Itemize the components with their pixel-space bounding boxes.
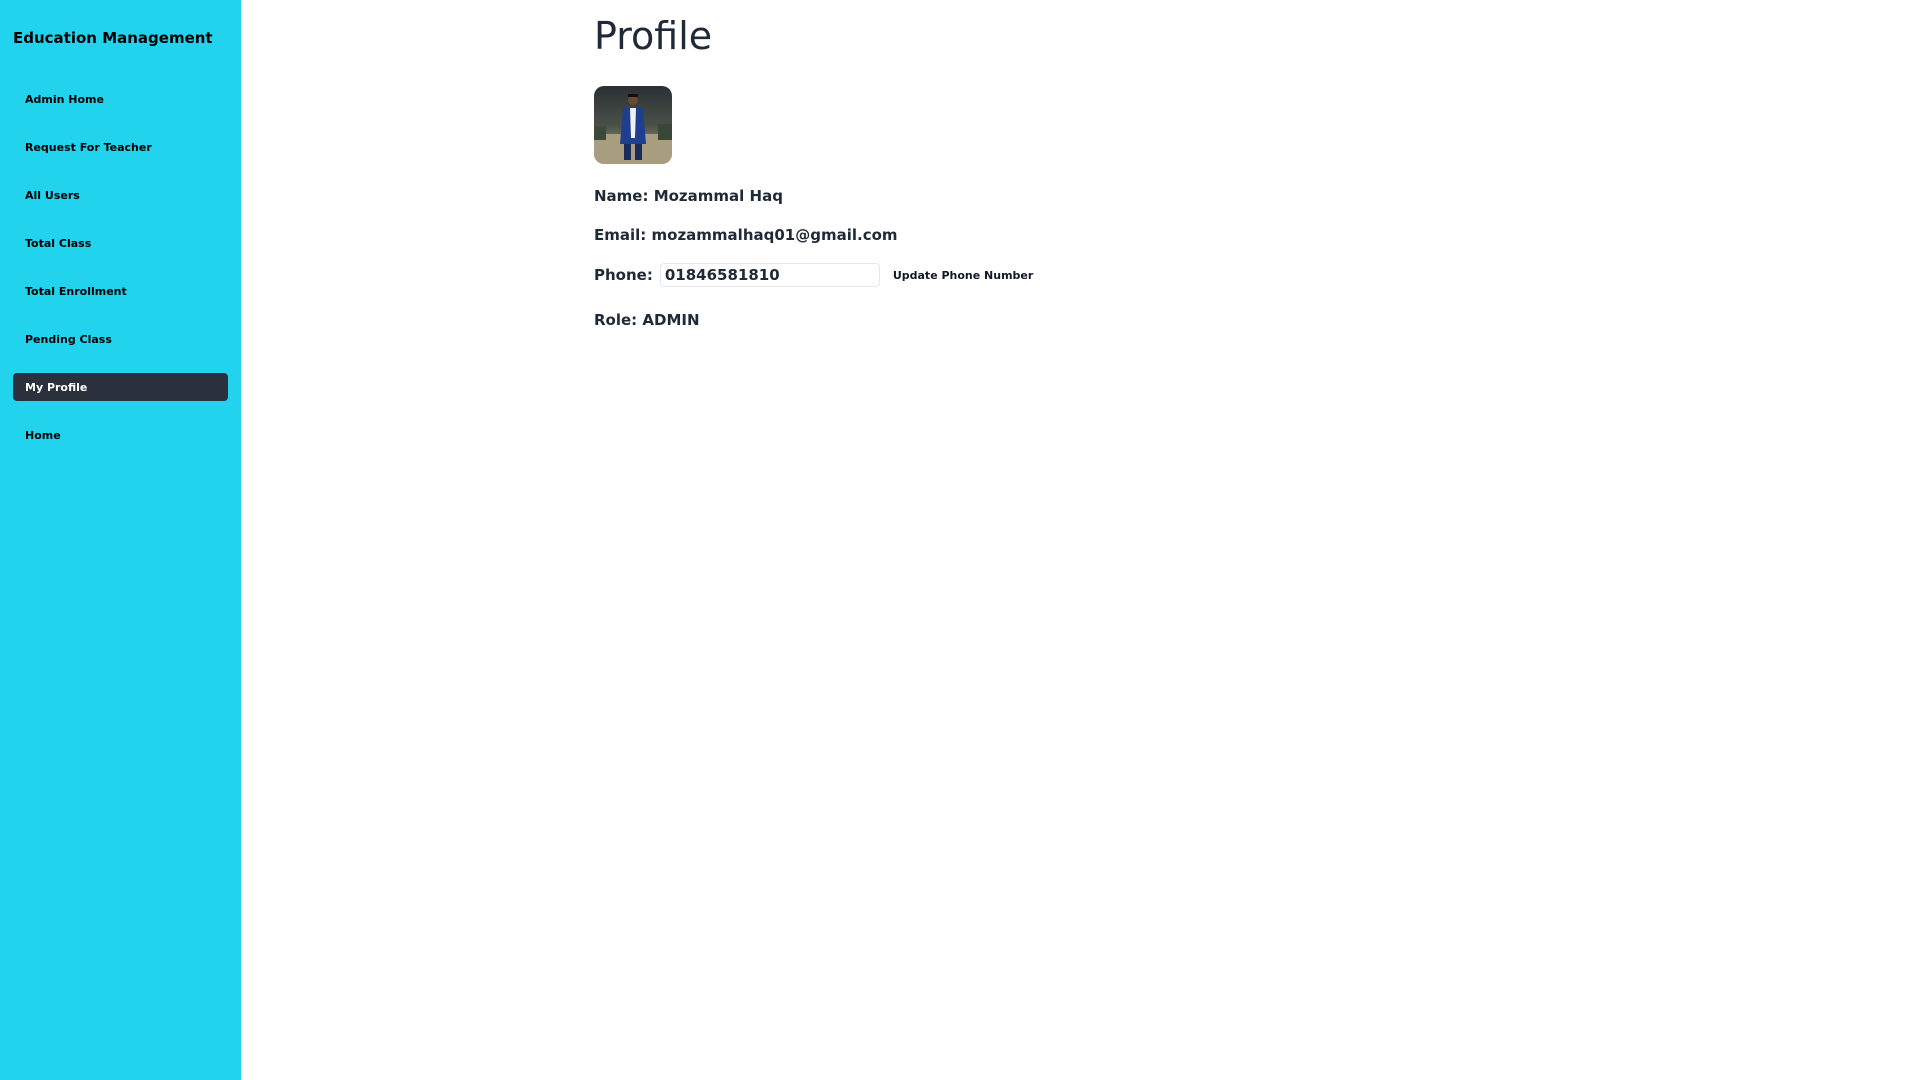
profile-email: Email: mozammalhaq01@gmail.com — [594, 226, 898, 244]
user-photo-icon — [594, 86, 672, 164]
avatar — [594, 86, 672, 164]
sidebar-item-pending-class[interactable]: Pending Class — [13, 325, 228, 353]
sidebar-item-my-profile[interactable]: My Profile — [13, 373, 228, 401]
sidebar: Education Management Admin Home Request … — [0, 0, 241, 1080]
sidebar-item-all-users[interactable]: All Users — [13, 181, 228, 209]
sidebar-item-total-class[interactable]: Total Class — [13, 229, 228, 257]
app-root: Education Management Admin Home Request … — [0, 0, 1920, 1080]
profile-name: Name: Mozammal Haq — [594, 187, 783, 205]
phone-label: Phone: — [594, 266, 653, 284]
brand-title: Education Management — [13, 29, 213, 47]
page-title: Profile — [594, 14, 713, 58]
phone-row: Phone: Update Phone Number — [594, 262, 1033, 288]
sidebar-menu: Admin Home Request For Teacher All Users… — [13, 85, 228, 469]
update-phone-button[interactable]: Update Phone Number — [893, 269, 1033, 282]
profile-panel: Profile Name: Mozammal Haq Email: mozamm… — [594, 0, 1033, 330]
sidebar-item-total-enrollment[interactable]: Total Enrollment — [13, 277, 228, 305]
sidebar-item-admin-home[interactable]: Admin Home — [13, 85, 228, 113]
phone-input[interactable] — [659, 263, 880, 287]
sidebar-item-request-for-teacher[interactable]: Request For Teacher — [13, 133, 228, 161]
sidebar-item-home[interactable]: Home — [13, 421, 228, 449]
profile-role: Role: ADMIN — [594, 311, 700, 329]
